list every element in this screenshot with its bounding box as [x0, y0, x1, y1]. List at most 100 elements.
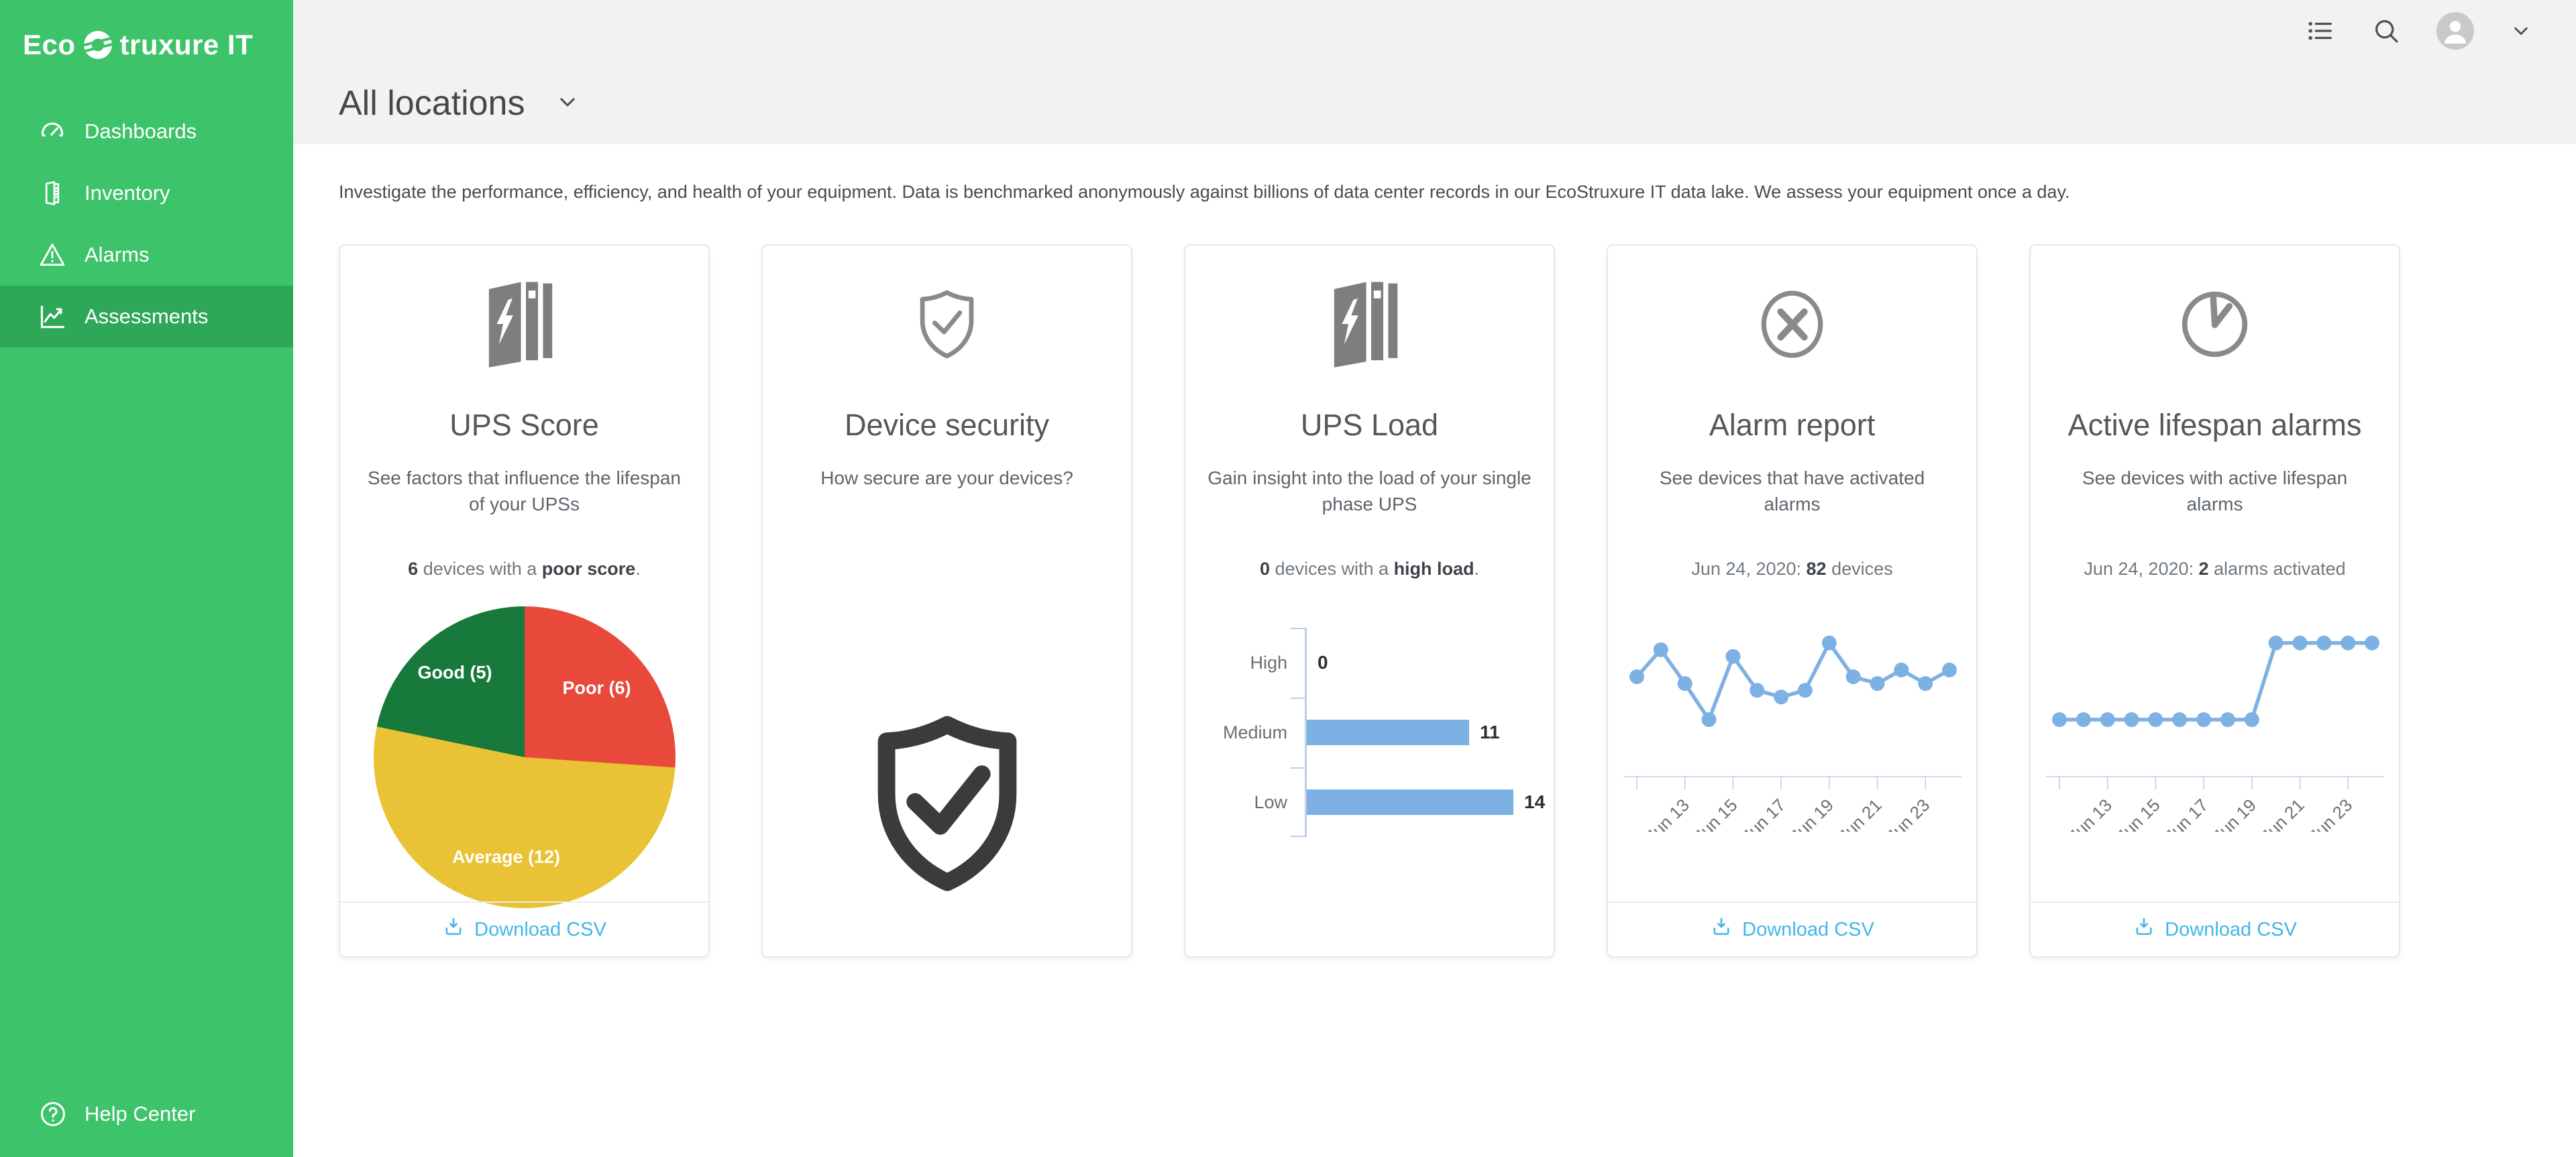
card-alarm-report[interactable]: Alarm report See devices that have activa… [1607, 244, 1978, 958]
list-icon[interactable] [2305, 15, 2336, 46]
assessments-page: Investigate the performance, efficiency,… [293, 144, 2576, 958]
location-selector[interactable]: All locations [339, 83, 581, 123]
ups-load-bar-chart: HighMediumLow01114 [1200, 628, 1539, 837]
download-csv-link[interactable]: Download CSV [1608, 901, 1976, 956]
bar-row: 0 [1307, 628, 1545, 698]
card-ups-score[interactable]: UPS ScoreSee factors that influence the … [339, 244, 710, 958]
sidebar-item-help-center[interactable]: Help Center [0, 1089, 293, 1140]
main-area: All locations Investigate the performanc… [293, 0, 2576, 958]
bar [1307, 720, 1469, 745]
topbar-icons [2305, 12, 2533, 50]
sidebar-item-label: Alarms [85, 243, 149, 267]
sidebar-item-dashboards[interactable]: Dashboards [0, 101, 293, 162]
svg-text:Jun 15: Jun 15 [2112, 795, 2163, 832]
card-chart: Jun 13Jun 15Jun 17Jun 19Jun 21Jun 23 [2041, 580, 2390, 835]
axis-tick [1291, 836, 1307, 837]
download-csv-label: Download CSV [474, 919, 606, 941]
location-selector-label: All locations [339, 83, 525, 123]
ups-icon [1324, 274, 1415, 374]
schneider-electric-logo-icon [77, 24, 119, 66]
circle-x-icon [1750, 274, 1834, 374]
card-title: UPS Load [1301, 408, 1438, 443]
card-title: Active lifespan alarms [2068, 408, 2362, 443]
help-icon [38, 1099, 68, 1130]
card-subtitle: See devices with active lifespan alarms [2052, 465, 2378, 517]
chevron-down-icon[interactable] [554, 89, 581, 119]
sidebar-item-label: Inventory [85, 181, 170, 205]
svg-text:Jun 17: Jun 17 [2160, 795, 2211, 832]
assessments-icon [38, 302, 67, 331]
alarm-report-line-chart: Jun 13Jun 15Jun 17Jun 19Jun 21Jun 23 [1618, 597, 1967, 832]
card-title: Device security [845, 408, 1049, 443]
download-csv-label: Download CSV [1742, 919, 1874, 941]
card-chart: HighMediumLow01114 [1200, 580, 1539, 837]
download-csv-link[interactable]: Download CSV [340, 901, 708, 956]
active-lifespan-alarms-line-chart: Jun 13Jun 15Jun 17Jun 19Jun 21Jun 23 [2041, 597, 2390, 832]
card-stat: 6 devices with a poor score. [408, 559, 641, 580]
ups-icon [479, 274, 570, 374]
svg-text:Jun 17: Jun 17 [1737, 795, 1788, 832]
shield-check-icon [905, 274, 989, 374]
sidebar-item-label: Assessments [85, 305, 208, 329]
bar-value-label: 11 [1480, 722, 1500, 743]
download-csv-label: Download CSV [2165, 919, 2297, 941]
svg-text:Jun 23: Jun 23 [2304, 795, 2355, 832]
pie-slice-label: Poor (6) [562, 677, 631, 698]
topbar: All locations [293, 0, 2576, 144]
sidebar-item-alarms[interactable]: Alarms [0, 224, 293, 286]
download-icon [2133, 916, 2155, 944]
person-icon [2439, 14, 2471, 50]
card-chart: Jun 13Jun 15Jun 17Jun 19Jun 21Jun 23 [1618, 580, 1967, 835]
card-subtitle: How secure are your devices? [784, 465, 1110, 492]
card-subtitle: See devices that have activated alarms [1629, 465, 1955, 517]
sidebar-menu: Dashboards Inventory Alarms Assessments [0, 101, 293, 347]
download-icon [442, 916, 465, 944]
bar [1307, 789, 1513, 815]
card-subtitle: Gain insight into the load of your singl… [1207, 465, 1533, 517]
download-icon [1710, 916, 1733, 944]
axis-tick [1291, 767, 1307, 769]
alarm-triangle-icon [38, 240, 67, 270]
chevron-down-icon[interactable] [2509, 19, 2533, 43]
sidebar-item-assessments[interactable]: Assessments [0, 286, 293, 347]
pie-slice-label: Average (12) [452, 846, 560, 867]
bar-row: 11 [1307, 698, 1545, 767]
card-ups-load[interactable]: UPS Load Gain insight into the load of yo… [1184, 244, 1555, 958]
svg-text:Jun 19: Jun 19 [2208, 795, 2259, 832]
svg-text:Jun 15: Jun 15 [1690, 795, 1741, 832]
bar-category-label: Medium [1200, 698, 1305, 767]
card-stat: Jun 24, 2020: 2 alarms activated [2084, 559, 2345, 580]
card-title: UPS Score [449, 408, 599, 443]
sidebar-item-inventory[interactable]: Inventory [0, 162, 293, 224]
card-title: Alarm report [1709, 408, 1876, 443]
svg-text:Jun 13: Jun 13 [2064, 795, 2115, 832]
card-active-lifespan-alarms[interactable]: Active lifespan alarms See devices with a… [2029, 244, 2400, 958]
clock-icon [2173, 274, 2257, 374]
card-chart: Poor (6)Average (12)Good (5) [374, 580, 676, 908]
svg-text:Jun 21: Jun 21 [2257, 795, 2308, 832]
axis-tick [1291, 628, 1307, 629]
bar-category-labels: HighMediumLow [1200, 628, 1305, 837]
bar-value-label: 14 [1524, 791, 1545, 813]
axis-tick [1291, 698, 1307, 699]
intro-text: Investigate the performance, efficiency,… [339, 144, 2533, 203]
card-stat: Jun 24, 2020: 82 devices [1691, 559, 1892, 580]
svg-text:Jun 19: Jun 19 [1786, 795, 1837, 832]
download-csv-link[interactable]: Download CSV [2031, 901, 2399, 956]
svg-text:Jun 13: Jun 13 [1642, 795, 1693, 832]
logo-text-eco: Eco [23, 29, 76, 61]
card-device-security[interactable]: Device security How secure are your devic… [761, 244, 1132, 958]
help-center-label: Help Center [85, 1102, 195, 1126]
sidebar-item-label: Dashboards [85, 119, 197, 144]
user-avatar[interactable] [2436, 12, 2474, 50]
bar-category-label: High [1200, 628, 1305, 698]
app-logo: Eco truxure IT [0, 0, 293, 66]
cards-row: UPS ScoreSee factors that influence the … [339, 244, 2533, 958]
shield-check-bold-icon [843, 693, 1051, 918]
bar-row: 14 [1307, 767, 1545, 837]
search-icon[interactable] [2371, 15, 2402, 46]
logo-text-truxure: truxure IT [120, 29, 254, 61]
bar-plot-area: 0 11 14 [1305, 628, 1545, 837]
sidebar: Eco truxure IT Dashboards Inventory Alarms… [0, 0, 293, 1157]
ups-score-pie-chart: Poor (6)Average (12)Good (5) [374, 606, 676, 908]
